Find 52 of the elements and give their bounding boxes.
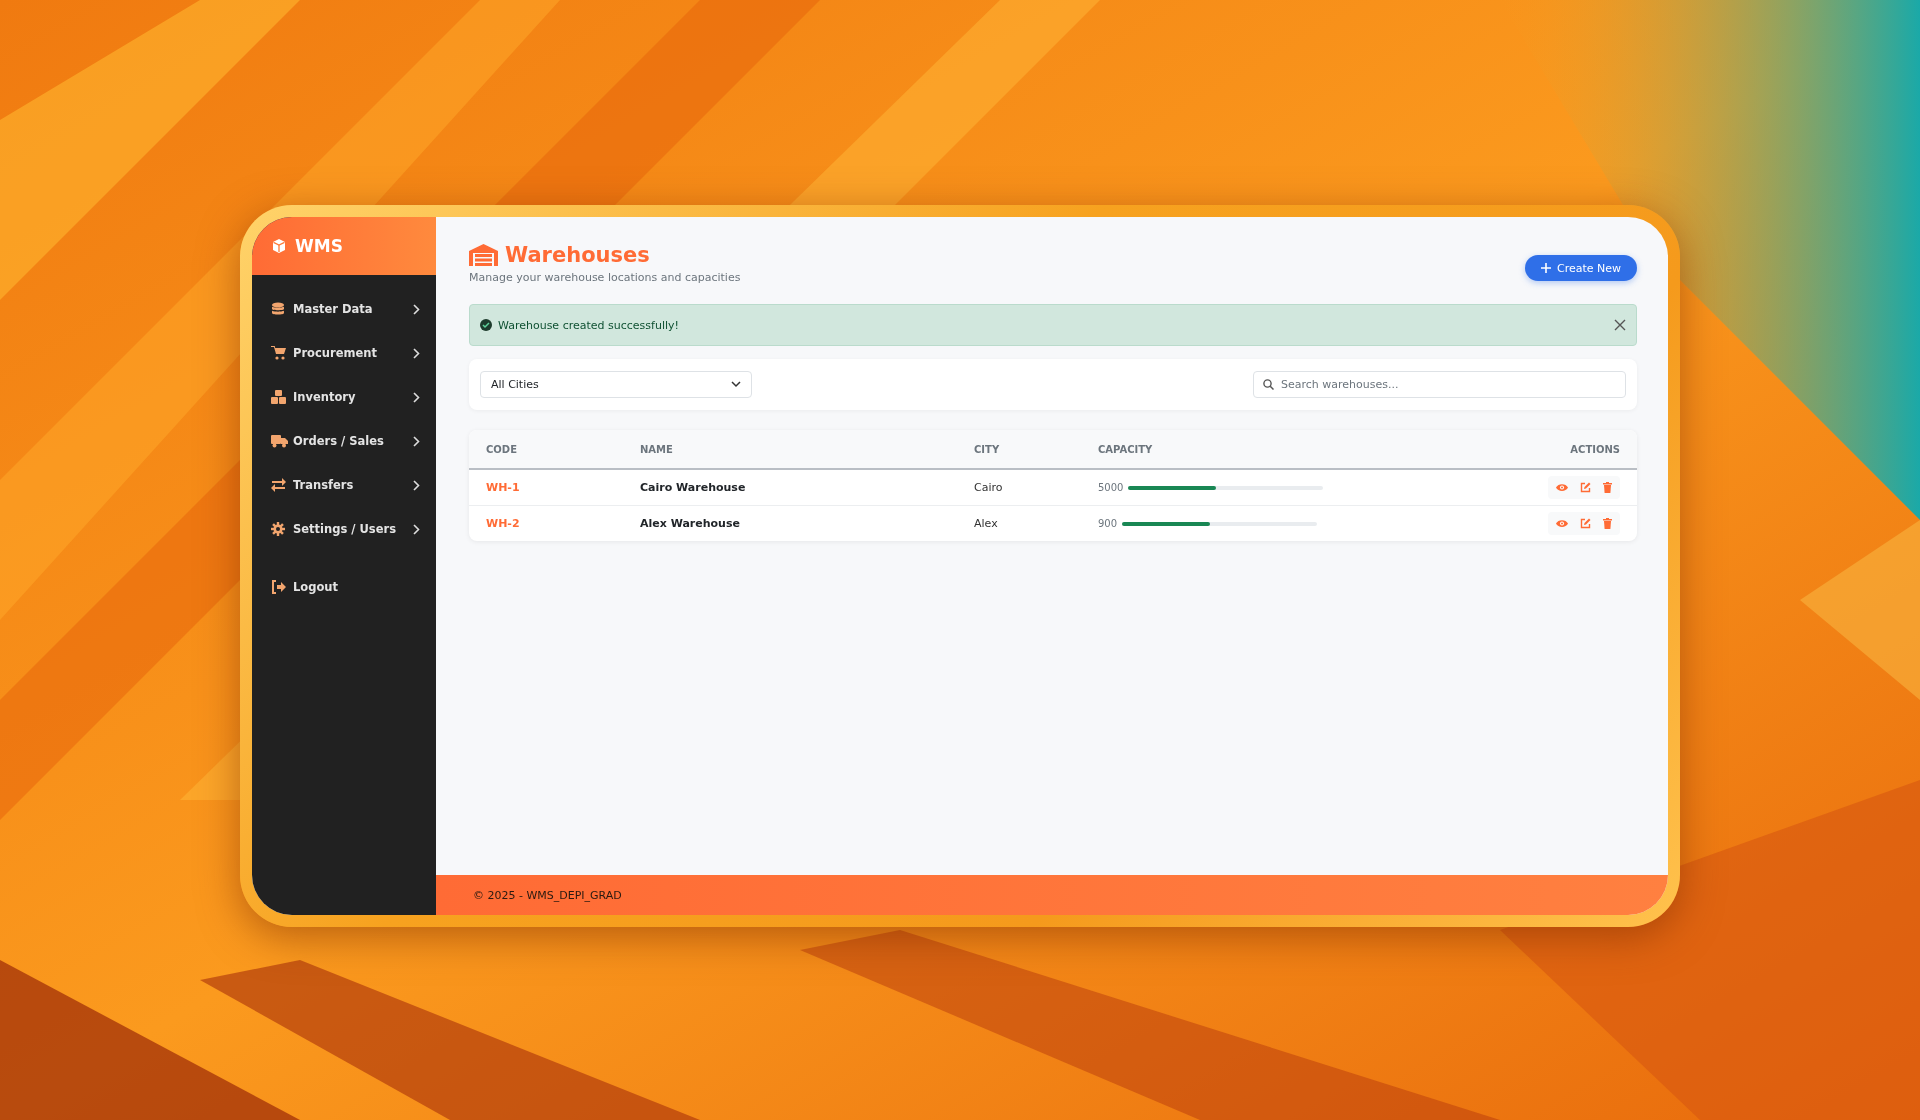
city-cell: Cairo (974, 469, 1098, 506)
cart-icon (271, 346, 286, 360)
chevron-right-icon (412, 523, 420, 535)
nav-item[interactable]: Orders / Sales (252, 419, 436, 463)
close-icon[interactable] (1614, 319, 1626, 331)
logout-icon (271, 580, 286, 594)
column-header: CODE (469, 430, 640, 469)
search-icon (1263, 379, 1274, 390)
edit-icon[interactable] (1580, 518, 1591, 529)
chevron-right-icon (412, 435, 420, 447)
capacity-value: 900 (1098, 518, 1118, 529)
truck-icon (271, 434, 288, 448)
cube-icon (272, 239, 286, 253)
city-dropdown[interactable]: All Cities (480, 371, 752, 398)
boxes-icon (271, 390, 286, 404)
city-cell: Alex (974, 505, 1098, 541)
chevron-right-icon (412, 391, 420, 403)
chevron-down-icon (731, 381, 741, 388)
column-header: ACTIONS (1398, 430, 1637, 469)
column-header: CITY (974, 430, 1098, 469)
column-header: CAPACITY (1098, 430, 1398, 469)
edit-icon[interactable] (1580, 482, 1591, 493)
warehouse-name: Cairo Warehouse (640, 469, 974, 506)
settings-icon (271, 522, 285, 536)
search-field[interactable]: Search warehouses... (1253, 371, 1626, 398)
plus-icon (1540, 263, 1551, 273)
alert-message: Warehouse created successfully! (498, 318, 679, 332)
transfer-icon (271, 478, 286, 492)
page-title: Warehouses (469, 243, 741, 267)
brand-name: WMS (295, 236, 343, 256)
warehouse-name: Alex Warehouse (640, 505, 974, 541)
chevron-right-icon (412, 303, 420, 315)
create-new-button[interactable]: Create New (1524, 255, 1637, 281)
trash-icon[interactable] (1603, 482, 1612, 493)
chevron-right-icon (412, 347, 420, 359)
nav-item[interactable]: Procurement (252, 331, 436, 375)
page-subtitle: Manage your warehouse locations and capacities (469, 271, 741, 284)
trash-icon[interactable] (1603, 518, 1612, 529)
database-icon (271, 302, 285, 316)
check-circle-icon (480, 319, 492, 331)
nav-item[interactable]: Inventory (252, 375, 436, 419)
eye-icon[interactable] (1556, 483, 1568, 492)
footer-copyright: © 2025 - WMS_DEPI_GRAD (473, 888, 622, 902)
warehouse-icon (469, 244, 498, 266)
nav-item[interactable]: Settings / Users (252, 507, 436, 551)
nav-item[interactable]: Transfers (252, 463, 436, 507)
capacity-value: 5000 (1098, 482, 1124, 493)
nav-item[interactable]: Logout (252, 565, 436, 609)
chevron-right-icon (412, 479, 420, 491)
column-header: NAME (640, 430, 974, 469)
nav-item[interactable]: Master Data (252, 287, 436, 331)
eye-icon[interactable] (1556, 519, 1568, 528)
